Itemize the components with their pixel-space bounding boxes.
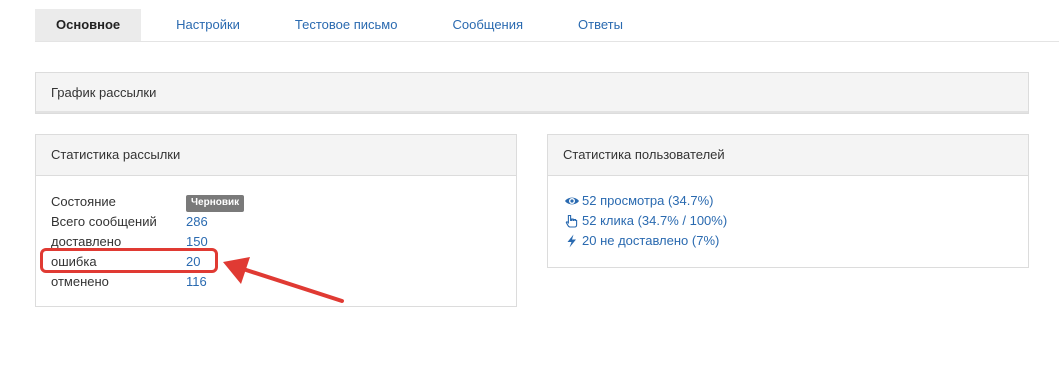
annotation-arrow-icon	[223, 257, 344, 303]
